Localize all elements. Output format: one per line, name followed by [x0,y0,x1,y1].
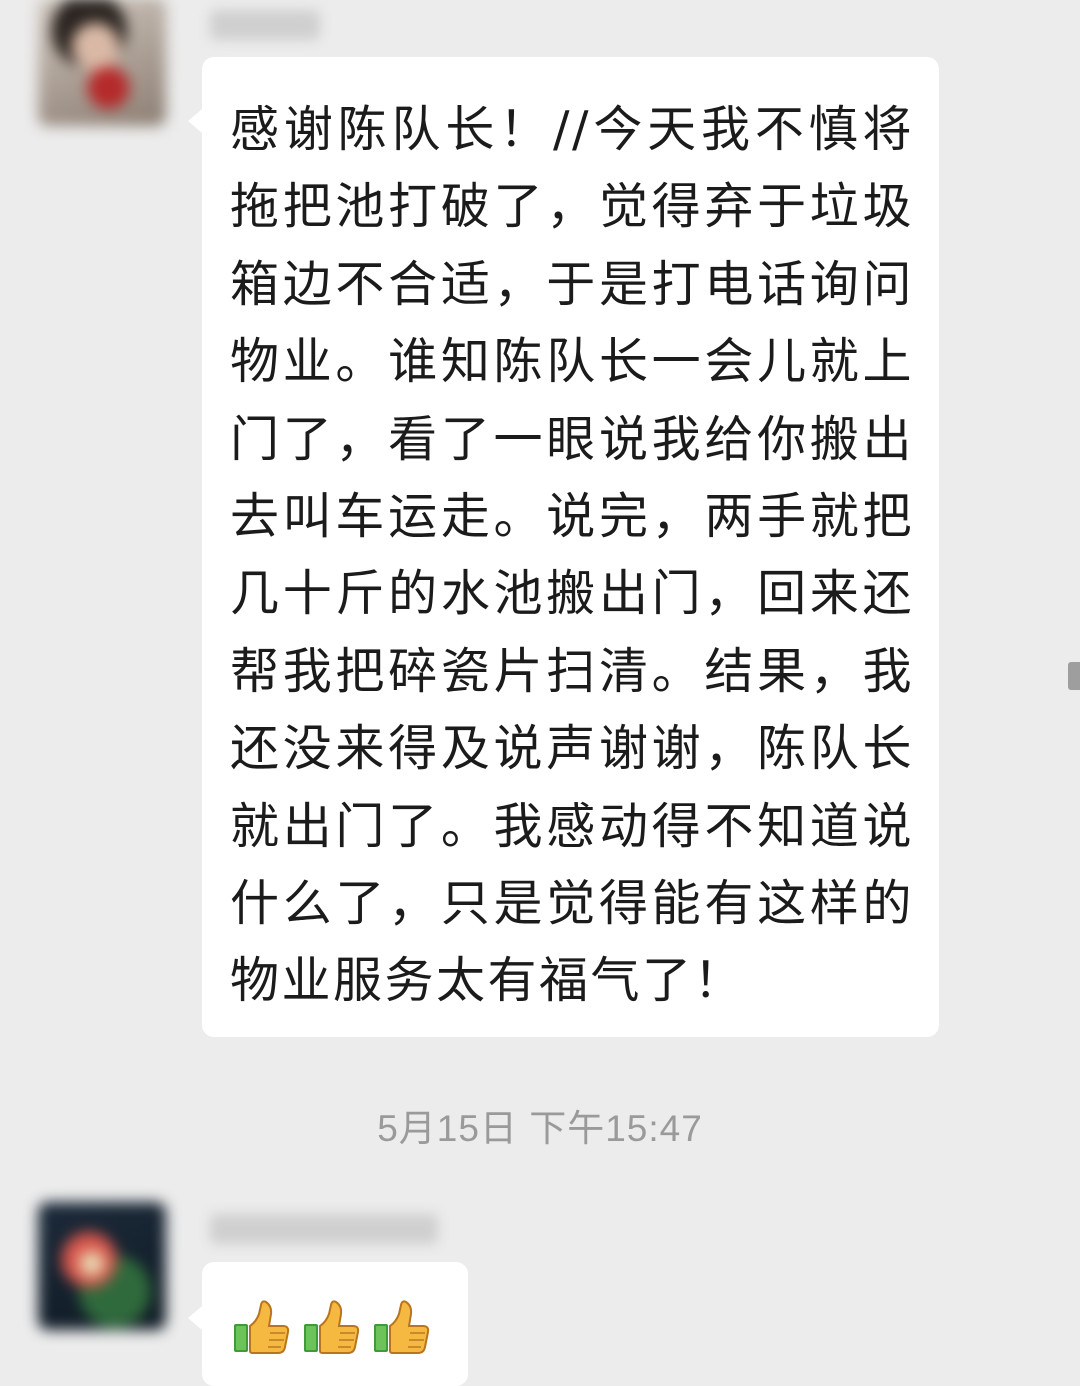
scrollbar-handle[interactable] [1068,662,1080,690]
message-bubble[interactable] [188,1262,468,1386]
message-timestamp: 5月15日 下午15:47 [377,1108,703,1149]
message-text: 感谢陈队长！//今天我不慎将拖把池打破了，觉得弃于垃圾箱边不合适，于是打电话询问… [230,101,914,1010]
thumbs-up-icon [304,1300,360,1354]
sender-name-blurred [210,1214,438,1244]
avatar[interactable] [38,0,166,126]
thumbs-up-icon [234,1300,290,1354]
message-bubble[interactable]: 感谢陈队长！//今天我不慎将拖把池打破了，觉得弃于垃圾箱边不合适，于是打电话询问… [188,57,939,1037]
avatar[interactable] [38,1202,166,1330]
thumbs-up-icon [374,1300,430,1354]
chat-view: 感谢陈队长！//今天我不慎将拖把池打破了，觉得弃于垃圾箱边不合适，于是打电话询问… [0,0,1080,1386]
sender-name-blurred [210,10,320,40]
reaction-row [232,1296,430,1356]
